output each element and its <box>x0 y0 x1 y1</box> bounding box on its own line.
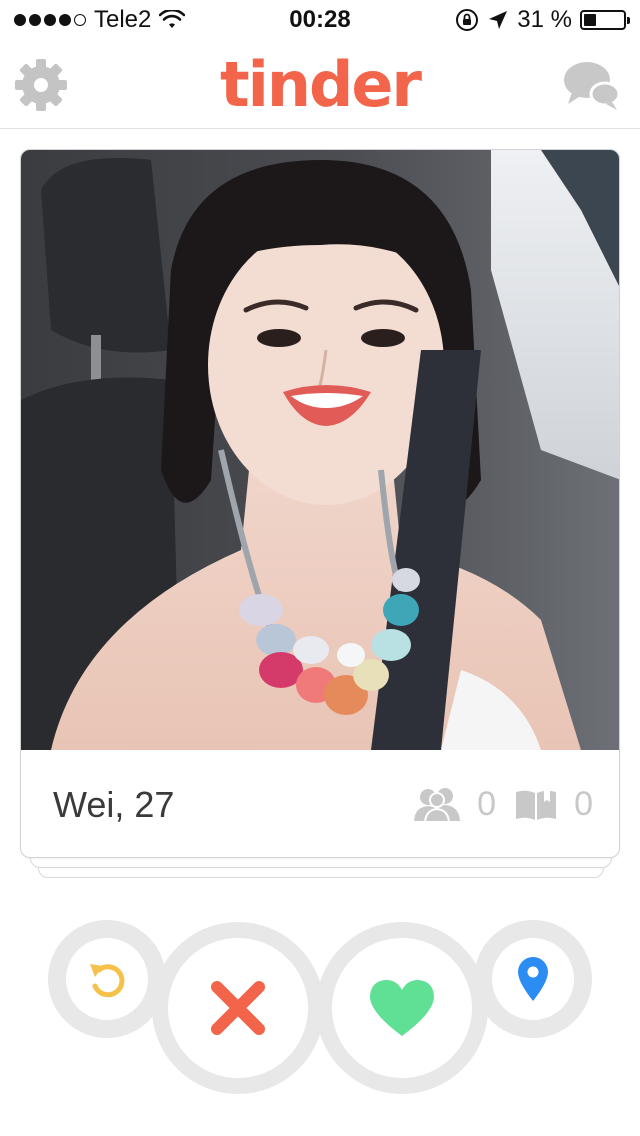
profile-stats: 0 0 <box>413 785 593 824</box>
common-friends-count: 0 <box>477 785 497 823</box>
card-info: Wei, 27 0 0 <box>21 750 619 857</box>
battery-level <box>584 14 596 26</box>
battery-icon <box>580 10 630 30</box>
book-icon <box>516 789 557 820</box>
common-friends: 0 <box>413 785 496 824</box>
tinder-logo: tinder <box>219 48 422 121</box>
status-right: 31 % <box>455 6 630 34</box>
profile-photo[interactable] <box>21 150 620 750</box>
common-interests: 0 <box>514 785 593 824</box>
undo-icon <box>90 964 125 998</box>
common-interests-count: 0 <box>574 785 593 823</box>
carrier-name: Tele2 <box>94 6 152 33</box>
like-button[interactable] <box>316 922 488 1094</box>
status-bar: Tele2 00:28 31 % <box>0 0 640 40</box>
battery-percent: 31 % <box>517 6 572 33</box>
chat-bubbles-icon <box>564 62 621 110</box>
nav-bar: tinder <box>0 40 640 129</box>
x-icon <box>211 981 265 1035</box>
wifi-icon <box>159 10 186 28</box>
profile-name-age: Wei, 27 <box>53 783 175 825</box>
people-icon <box>414 787 461 823</box>
location-pin-icon <box>518 957 548 1001</box>
signal-strength-icon <box>14 14 86 26</box>
rotation-lock-icon <box>456 9 479 31</box>
nope-button[interactable] <box>152 922 324 1094</box>
action-bar <box>0 920 640 1110</box>
location-arrow-icon <box>489 11 508 29</box>
screen: Tele2 00:28 31 % tinder Wei, 27 0 0 <box>0 0 640 1136</box>
profile-card[interactable]: Wei, 27 0 0 <box>20 149 620 858</box>
undo-button[interactable] <box>48 920 166 1038</box>
messages-button[interactable] <box>562 56 621 114</box>
heart-icon <box>370 980 434 1036</box>
status-left: Tele2 <box>14 6 186 34</box>
location-button[interactable] <box>474 920 592 1038</box>
